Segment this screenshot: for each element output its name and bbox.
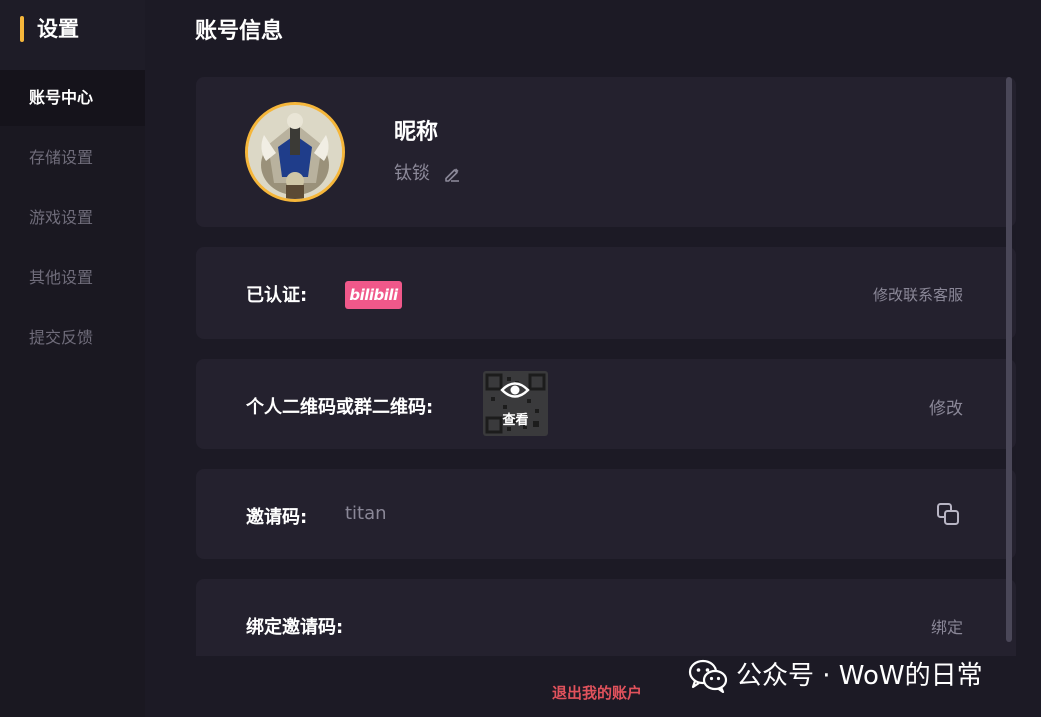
invite-code-label: 邀请码: bbox=[246, 507, 308, 528]
sidebar-item-other-settings[interactable]: 其他设置 bbox=[0, 250, 145, 306]
contact-support-link[interactable]: 修改联系客服 bbox=[873, 284, 963, 305]
scrollbar[interactable] bbox=[1006, 77, 1012, 642]
sidebar-accent-bar bbox=[20, 16, 24, 42]
sidebar-item-storage-settings[interactable]: 存储设置 bbox=[0, 130, 145, 186]
sidebar-header: 设置 bbox=[0, 0, 145, 70]
copy-icon[interactable] bbox=[936, 502, 960, 526]
logout-button[interactable]: 退出我的账户 bbox=[552, 682, 642, 704]
nickname-value: 钛锬 bbox=[394, 163, 430, 184]
sidebar-title: 设置 bbox=[37, 17, 79, 41]
verified-card: 已认证: bilibili 修改联系客服 bbox=[196, 247, 1016, 339]
edit-icon[interactable] bbox=[442, 164, 462, 184]
invite-code-card: 邀请码: titan bbox=[196, 469, 1016, 559]
bind-invite-button[interactable]: 绑定 bbox=[931, 614, 963, 638]
watermark-text: 公众号 · WoW的日常 bbox=[736, 661, 983, 691]
avatar[interactable] bbox=[245, 102, 345, 202]
invite-code-value: titan bbox=[345, 503, 387, 524]
sidebar-item-account-center[interactable]: 账号中心 bbox=[0, 70, 145, 126]
eye-icon bbox=[500, 382, 530, 398]
qrcode-edit-button[interactable]: 修改 bbox=[929, 394, 963, 419]
settings-window: 设置 账号中心 存储设置 游戏设置 其他设置 提交反馈 账号信息 昵称 钛锬 已… bbox=[0, 0, 1041, 717]
bind-invite-label: 绑定邀请码: bbox=[246, 617, 344, 638]
sidebar-item-feedback[interactable]: 提交反馈 bbox=[0, 310, 145, 366]
watermark: 公众号 · WoW的日常 bbox=[688, 656, 983, 696]
wechat-icon bbox=[688, 659, 728, 693]
sidebar-item-game-settings[interactable]: 游戏设置 bbox=[0, 190, 145, 246]
sidebar: 设置 账号中心 存储设置 游戏设置 其他设置 提交反馈 bbox=[0, 0, 145, 717]
qrcode-label: 个人二维码或群二维码: bbox=[246, 397, 434, 418]
avatar-image bbox=[248, 105, 342, 199]
qrcode-card: 个人二维码或群二维码: 查看 修改 bbox=[196, 359, 1016, 449]
qrcode-view-button[interactable]: 查看 bbox=[483, 371, 548, 436]
page-title: 账号信息 bbox=[195, 19, 284, 44]
nickname-label: 昵称 bbox=[394, 120, 439, 145]
bind-invite-card: 绑定邀请码: 绑定 bbox=[196, 579, 1016, 656]
bilibili-badge: bilibili bbox=[345, 281, 402, 309]
verified-label: 已认证: bbox=[246, 285, 308, 306]
qrcode-view-label: 查看 bbox=[502, 413, 529, 428]
profile-card: 昵称 钛锬 bbox=[196, 77, 1016, 227]
